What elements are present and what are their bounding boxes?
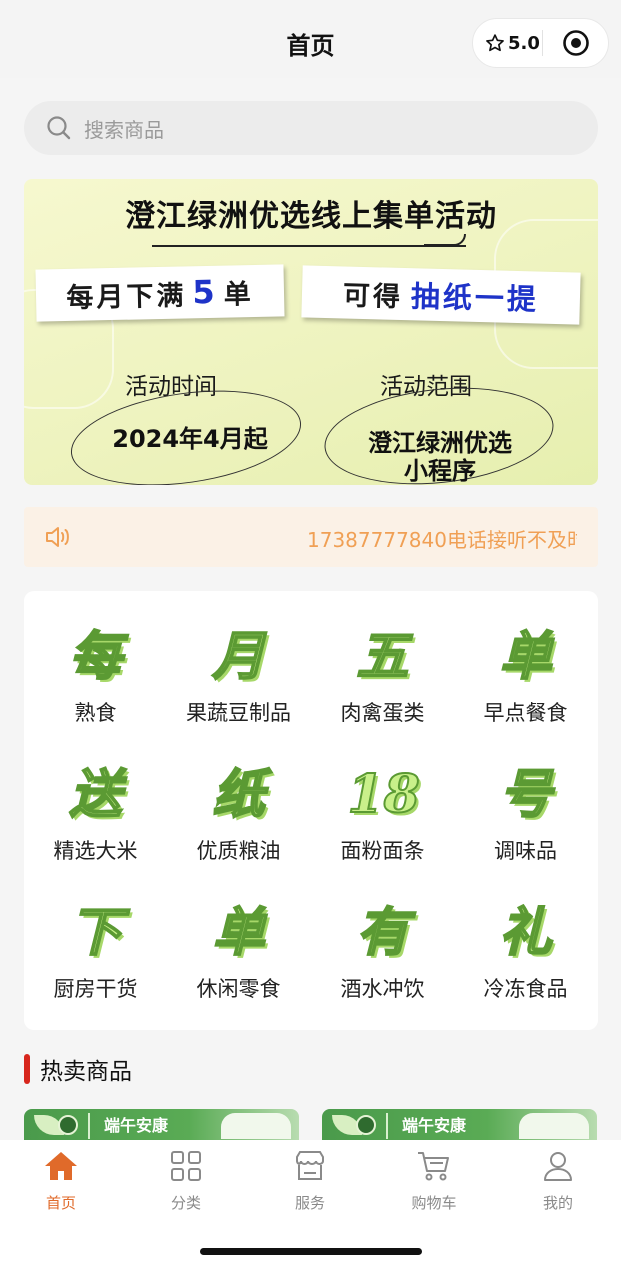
close-mini-program-button[interactable]	[543, 29, 608, 57]
search-icon	[47, 116, 71, 140]
home-icon	[45, 1152, 77, 1180]
product-banner-tag: 端午安康	[88, 1113, 184, 1139]
tab-label: 我的	[542, 1194, 573, 1212]
tab-label: 首页	[45, 1194, 76, 1212]
category-icon: 每	[68, 625, 122, 688]
category-item[interactable]: 五肉禽蛋类	[311, 625, 454, 745]
section-accent-bar	[24, 1054, 30, 1084]
brand-logo-icon	[356, 1115, 376, 1135]
category-item[interactable]: 每熟食	[24, 625, 167, 745]
category-icon: 号	[498, 763, 552, 826]
tab-label: 分类	[170, 1194, 201, 1212]
headline-underline-curl	[424, 234, 466, 246]
notice-text: 17387777840电话接听不及时	[307, 528, 577, 552]
category-icon: 纸	[211, 763, 265, 826]
category-label: 调味品	[494, 839, 557, 863]
notice-bar[interactable]: 17387777840电话接听不及时	[24, 507, 598, 567]
cloud-decoration	[519, 1113, 589, 1139]
category-grid: 每熟食 月果蔬豆制品 五肉禽蛋类 单早点餐食 送精选大米 纸优质粮油 18 面粉面…	[24, 591, 598, 1030]
star-icon	[486, 34, 504, 52]
tab-home[interactable]: 首页	[16, 1148, 106, 1213]
category-icon: 有	[355, 901, 409, 964]
profile-icon	[544, 1152, 572, 1181]
category-icon: 送	[68, 763, 122, 826]
tag2-prefix: 可得	[342, 279, 404, 313]
category-item[interactable]: 单早点餐食	[454, 625, 597, 745]
category-grid-icon	[171, 1151, 201, 1181]
tab-label: 服务	[294, 1194, 325, 1212]
tag1-suffix: 单	[223, 278, 254, 311]
category-label: 冷冻食品	[483, 977, 568, 1001]
category-icon: 下	[68, 901, 122, 964]
banner-tag-reward: 可得 抽纸一提	[301, 265, 581, 325]
banner-headline: 澄江绿洲优选线上集单活动	[125, 199, 497, 234]
tag1-prefix: 每月下满	[66, 279, 187, 314]
target-icon	[562, 30, 589, 56]
speaker-icon	[46, 527, 69, 547]
home-indicator	[200, 1248, 422, 1255]
category-icon: 礼	[498, 901, 552, 964]
activity-time-value: 2024年4月起	[112, 425, 268, 453]
cloud-decoration	[221, 1113, 291, 1139]
product-banner-tag: 端午安康	[386, 1113, 482, 1139]
category-item[interactable]: 礼冷冻食品	[454, 901, 597, 1021]
category-label: 精选大米	[53, 839, 138, 863]
promo-banner[interactable]: 澄江绿洲优选线上集单活动 每月下满 5 单 可得 抽纸一提 活动时间 2024年…	[24, 179, 598, 485]
category-item[interactable]: 单休闲零食	[167, 901, 310, 1021]
category-icon: 18	[347, 763, 421, 826]
category-label: 休闲零食	[196, 977, 281, 1001]
category-item[interactable]: 纸优质粮油	[167, 763, 310, 883]
rating-button[interactable]: 5.0	[473, 33, 542, 54]
category-icon: 月	[211, 625, 265, 688]
search-bar[interactable]: 搜索商品	[24, 101, 598, 155]
tab-category[interactable]: 分类	[141, 1148, 231, 1213]
category-icon: 单	[211, 901, 265, 964]
banner-tag-orders: 每月下满 5 单	[35, 264, 285, 322]
category-label: 面粉面条	[340, 839, 425, 863]
category-label: 早点餐食	[483, 701, 568, 725]
tab-profile[interactable]: 我的	[513, 1148, 603, 1213]
category-label: 厨房干货	[53, 977, 138, 1001]
category-label: 酒水冲饮	[340, 977, 425, 1001]
brand-logo-icon	[58, 1115, 78, 1135]
activity-scope-value-2: 小程序	[404, 457, 476, 485]
rating-value: 5.0	[508, 32, 540, 54]
tag1-number: 5	[191, 272, 219, 312]
category-item[interactable]: 有酒水冲饮	[311, 901, 454, 1021]
category-label: 肉禽蛋类	[340, 701, 425, 725]
search-placeholder: 搜索商品	[84, 117, 164, 142]
page-content: 搜索商品 澄江绿洲优选线上集单活动 每月下满 5 单 可得 抽纸一提 活动时间 …	[0, 78, 621, 1140]
cart-icon	[418, 1152, 449, 1181]
category-label: 果蔬豆制品	[186, 701, 291, 725]
category-item[interactable]: 下厨房干货	[24, 901, 167, 1021]
hot-section-title: 热卖商品	[24, 1053, 132, 1085]
headline-underline	[152, 245, 466, 247]
tab-label: 购物车	[411, 1194, 457, 1212]
category-item[interactable]: 号调味品	[454, 763, 597, 883]
mini-program-capsule: 5.0	[472, 18, 609, 68]
category-icon: 单	[498, 625, 552, 688]
hot-title-text: 热卖商品	[40, 1059, 132, 1085]
category-item[interactable]: 月果蔬豆制品	[167, 625, 310, 745]
category-item[interactable]: 送精选大米	[24, 763, 167, 883]
product-card[interactable]: 端午安康	[322, 1109, 597, 1140]
product-card[interactable]: 端午安康	[24, 1109, 299, 1140]
category-label: 优质粮油	[196, 839, 281, 863]
category-item[interactable]: 18 面粉面条	[311, 763, 454, 883]
service-icon	[296, 1151, 324, 1180]
tab-cart[interactable]: 购物车	[389, 1148, 479, 1213]
category-icon: 五	[355, 625, 409, 688]
nav-header: 首页 5.0	[0, 0, 621, 78]
tag2-highlight: 抽纸一提	[410, 279, 540, 317]
tab-service[interactable]: 服务	[265, 1148, 355, 1213]
category-label: 熟食	[74, 701, 117, 725]
